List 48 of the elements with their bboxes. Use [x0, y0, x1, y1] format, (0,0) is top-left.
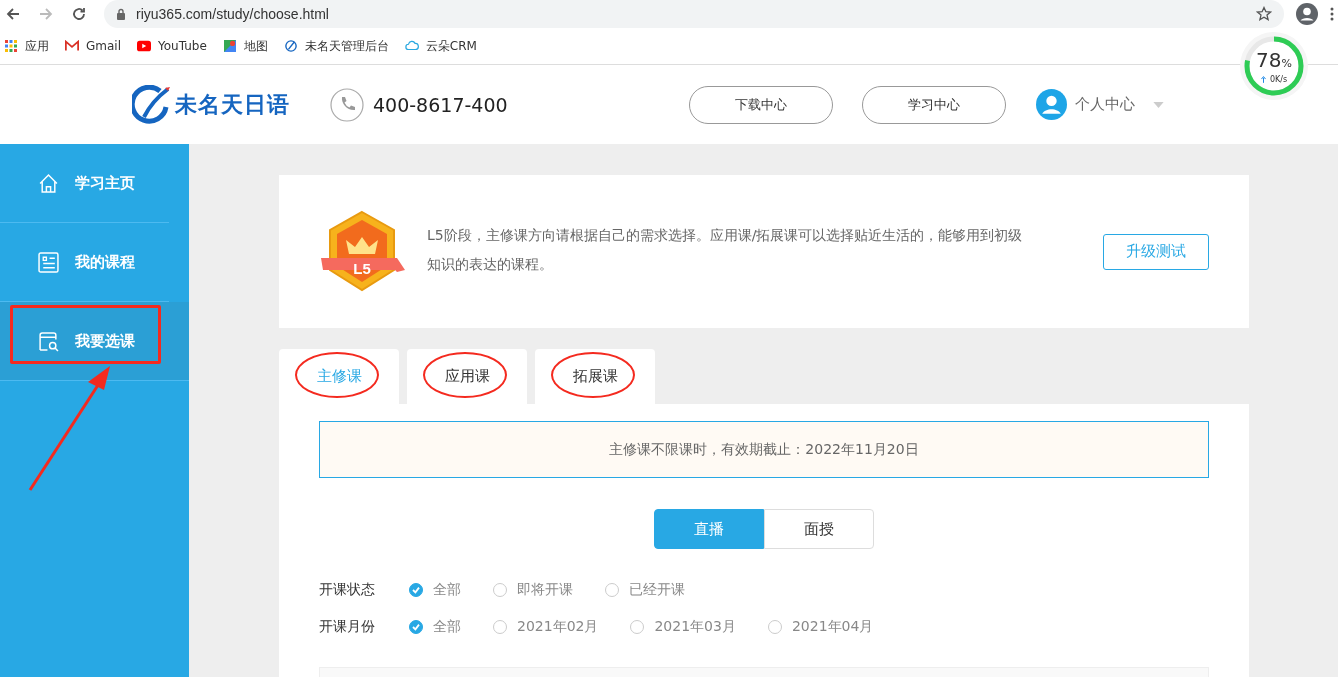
menu-icon[interactable] [1330, 6, 1334, 22]
map-icon [222, 40, 237, 52]
course-tab[interactable]: 应用课 [407, 349, 527, 404]
bookmark-link[interactable]: YouTube [158, 39, 207, 53]
back-icon[interactable] [5, 6, 21, 22]
phone-icon [330, 87, 364, 122]
phone-number: 400-8617-400 [373, 93, 508, 116]
star-icon[interactable] [1256, 6, 1272, 22]
apps-grid-icon [4, 40, 18, 52]
play-icon [137, 40, 151, 52]
filter-option[interactable]: 即将开课 [493, 580, 573, 599]
list-icon [38, 251, 59, 273]
logo-text: 未名天日语 [175, 90, 290, 119]
filter-option[interactable]: 已经开课 [605, 580, 685, 599]
mail-icon [65, 40, 79, 52]
logo-icon [132, 84, 172, 125]
bookmark-link[interactable]: 应用 [25, 37, 49, 55]
notice-banner: 主修课不限课时，有效期截止：2022年11月20日 [319, 421, 1209, 478]
bookmark-link[interactable]: 未名天管理后台 [304, 37, 389, 55]
nav-button[interactable]: 学习中心 [861, 85, 1006, 124]
filter-label: 开课状态 [319, 580, 376, 599]
percent-text: 78% [1256, 48, 1292, 74]
filter-option[interactable]: 2021年02月 [493, 617, 599, 636]
filter-option[interactable]: 全部 [409, 617, 461, 636]
home-icon [38, 172, 59, 194]
folder-search-icon [38, 330, 59, 352]
upload-arrow-icon [1260, 75, 1266, 83]
reload-icon[interactable] [71, 6, 87, 22]
lock-icon [116, 8, 126, 20]
level-description: L5阶段，主修课方向请根据自己的需求选择。应用课/拓展课可以选择贴近生活的，能够用到初级知识的表达的课程。 [427, 225, 1024, 274]
avatar-icon[interactable] [1035, 89, 1067, 120]
bookmark-link[interactable]: 地图 [243, 37, 268, 55]
swoosh-icon [283, 40, 298, 52]
mode-toggle[interactable]: 面授 [764, 509, 874, 549]
address-bar[interactable]: riyu365.com/study/choose.html [104, 0, 1284, 28]
rate-text: 0K/s [1269, 74, 1288, 84]
course-tab[interactable]: 拓展课 [535, 349, 655, 404]
progress-ring [1242, 34, 1306, 98]
profile-icon[interactable] [1296, 3, 1318, 25]
nav-button[interactable]: 下载中心 [688, 85, 833, 124]
filter-option[interactable]: 2021年04月 [767, 617, 874, 636]
bookmark-link[interactable]: 云朵CRM [425, 37, 477, 55]
filter-option[interactable]: 2021年03月 [630, 617, 736, 636]
cloud-icon [404, 40, 419, 52]
filter-label: 开课月份 [319, 617, 376, 636]
user-menu-link[interactable]: 个人中心 [1074, 95, 1135, 114]
bookmark-link[interactable]: Gmail [86, 39, 121, 53]
filter-option[interactable]: 全部 [409, 580, 461, 599]
